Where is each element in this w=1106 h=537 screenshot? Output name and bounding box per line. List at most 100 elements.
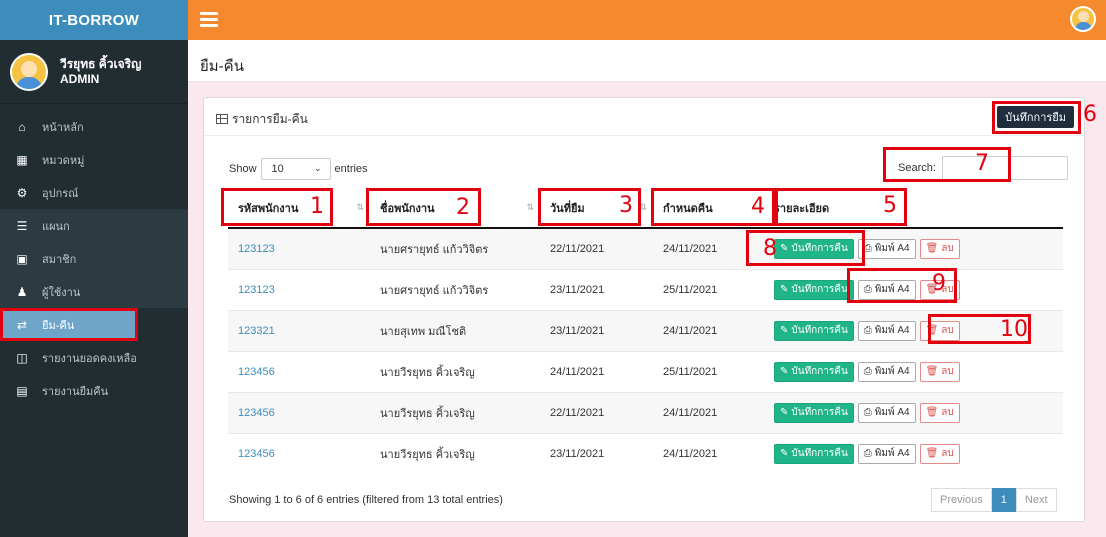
pagination-next[interactable]: Next [1015,488,1057,512]
details-cell: ✎ บันทึกการคืน ⎙ พิมพ์ A4 🗑 ลบ [764,350,1063,392]
employee-name-cell: นายวีรยุทธ คิ้วเจริญ [370,391,540,433]
sidebar-item-label: แผนก [42,220,70,233]
sidebar-item-label: สมาชิก [42,253,77,266]
annotation-number-1: 1 [310,194,324,219]
employee-id-link[interactable]: 123456 [228,350,370,392]
entries-select[interactable]: 10 ⌄ [260,158,331,180]
sidebar-item-category[interactable]: ▦ หมวดหมู่ [0,143,188,176]
print-button[interactable]: ⎙ พิมพ์ A4 [857,361,916,382]
due-date-cell: 25/11/2021 [653,350,764,392]
edit-icon: ✎ [780,407,789,418]
table-icon [216,114,228,124]
annotation-number-3: 3 [619,193,633,218]
trash-icon: 🗑 [925,366,939,377]
th-large-icon: ▦ [16,152,28,167]
sidebar-menu: ⌂ หน้าหลัก ▦ หมวดหมู่ ⚙ อุปกรณ์ ☰ แผนก ▣ สมาช… [0,110,188,407]
edit-icon: ✎ [780,284,789,295]
annotation-number-5: 5 [883,193,897,218]
return-button[interactable]: ✎ บันทึกการคืน [774,320,854,341]
employee-id-link[interactable]: 123456 [228,391,370,433]
random-icon: ⇄ [16,317,28,332]
delete-button[interactable]: 🗑 ลบ [919,238,960,259]
employee-name-cell: นายสุเทพ มณีโชติ [370,309,540,351]
content-header: ยืม-คืน [188,40,1106,82]
table-row: 123456 นายวีรยุทธ คิ้วเจริญ 22/11/2021 24/1… [228,391,1063,433]
sidebar-item-label: หมวดหมู่ [42,154,85,167]
delete-button[interactable]: 🗑 ลบ [919,443,960,464]
employee-name-cell: นายศรายุทธ์ แก้ววิจิตร [370,227,540,269]
brand-logo[interactable]: IT-BORROW [0,0,188,40]
details-cell: ✎ บันทึกการคืน ⎙ พิมพ์ A4 🗑 ลบ [764,391,1063,433]
due-date-cell: 25/11/2021 [653,268,764,310]
user-avatar [10,52,48,91]
employee-id-link[interactable]: 123123 [228,268,370,310]
employee-id-link[interactable]: 123456 [228,432,370,474]
return-button[interactable]: ✎ บันทึกการคืน [774,361,854,382]
list-icon: ☰ [16,218,28,233]
sidebar-item-member[interactable]: ▣ สมาชิก [0,242,188,275]
print-button[interactable]: ⎙ พิมพ์ A4 [857,320,916,341]
annotation-box-6 [992,101,1081,134]
annotation-number-10: 10 [1000,317,1028,342]
top-avatar[interactable] [1070,6,1096,32]
employee-id-link[interactable]: 123321 [228,309,370,351]
print-icon: ⎙ [863,448,872,460]
pagination-previous[interactable]: Previous [931,488,992,512]
borrow-date-cell: 24/11/2021 [540,350,653,392]
return-button[interactable]: ✎ บันทึกการคืน [774,279,854,300]
delete-button[interactable]: 🗑 ลบ [919,361,960,382]
borrow-date-cell: 23/11/2021 [540,309,653,351]
user-role: ADMIN [60,71,100,86]
sidebar: IT-BORROW วีรยุทธ คิ้วเจริญ ADMIN ⌂ หน้าห… [0,0,188,537]
trash-icon: 🗑 [925,243,939,255]
borrow-date-cell: 22/11/2021 [540,391,653,433]
hamburger-icon[interactable] [200,12,218,30]
table-info: Showing 1 to 6 of 6 entries (filtered fr… [229,494,503,506]
sidebar-item-department[interactable]: ☰ แผนก [0,209,188,242]
cogs-icon: ⚙ [16,185,28,200]
pagination: Previous 1 Next [931,488,1057,512]
sidebar-item-label: ผู้ใช้งาน [42,286,81,299]
sidebar-item-user[interactable]: ♟ ผู้ใช้งาน [0,275,188,308]
top-navbar [188,0,1106,40]
sidebar-item-label: รายงานยอดคงเหลือ [42,352,137,365]
print-button[interactable]: ⎙ พิมพ์ A4 [857,238,916,259]
edit-icon: ✎ [780,325,789,336]
list-alt-icon: ▤ [16,383,28,398]
annotation-number-4: 4 [751,194,765,219]
print-button[interactable]: ⎙ พิมพ์ A4 [857,443,916,464]
sidebar-item-home[interactable]: ⌂ หน้าหลัก [0,110,188,143]
edit-icon: ✎ [780,448,789,460]
employee-name-cell: นายศรายุทธ์ แก้ววิจิตร [370,268,540,310]
borrow-date-cell: 22/11/2021 [540,227,653,269]
edit-icon: ✎ [780,366,789,377]
due-date-cell: 24/11/2021 [653,432,764,474]
sidebar-item-borrow-return[interactable]: ⇄ ยืม-คืน [0,308,138,341]
box-header: รายการยืม-คืน บันทึกการยืม [204,98,1084,136]
annotation-number-8: 8 [763,236,777,261]
page-title: ยืม-คืน [200,58,244,75]
id-card-icon: ▣ [16,251,28,266]
sidebar-item-stock-report[interactable]: ◫ รายงานยอดคงเหลือ [0,341,188,374]
delete-button[interactable]: 🗑 ลบ [919,402,960,423]
sidebar-item-label: อุปกรณ์ [42,187,79,200]
annotation-box-7 [883,147,1011,182]
file-icon: ◫ [16,350,28,365]
sidebar-item-borrow-report[interactable]: ▤ รายงานยืมคืน [0,374,188,407]
annotation-number-9: 9 [932,271,946,296]
print-icon: ⎙ [863,407,872,418]
sidebar-item-equipment[interactable]: ⚙ อุปกรณ์ [0,176,188,209]
table-row: 123456 นายวีรยุทธ คิ้วเจริญ 24/11/2021 25/1… [228,350,1063,392]
details-cell: ✎ บันทึกการคืน ⎙ พิมพ์ A4 🗑 ลบ [764,432,1063,474]
annotation-number-6: 6 [1083,102,1097,127]
due-date-cell: 24/11/2021 [653,309,764,351]
return-button[interactable]: ✎ บันทึกการคืน [774,402,854,423]
pagination-page-1[interactable]: 1 [991,488,1016,512]
sidebar-item-label: รายงานยืมคืน [42,385,109,398]
print-icon: ⎙ [863,366,872,377]
print-button[interactable]: ⎙ พิมพ์ A4 [857,402,916,423]
annotation-number-7: 7 [975,151,989,176]
return-button[interactable]: ✎ บันทึกการคืน [774,443,854,464]
employee-name-cell: นายวีรยุทธ คิ้วเจริญ [370,432,540,474]
employee-id-link[interactable]: 123123 [228,227,370,269]
